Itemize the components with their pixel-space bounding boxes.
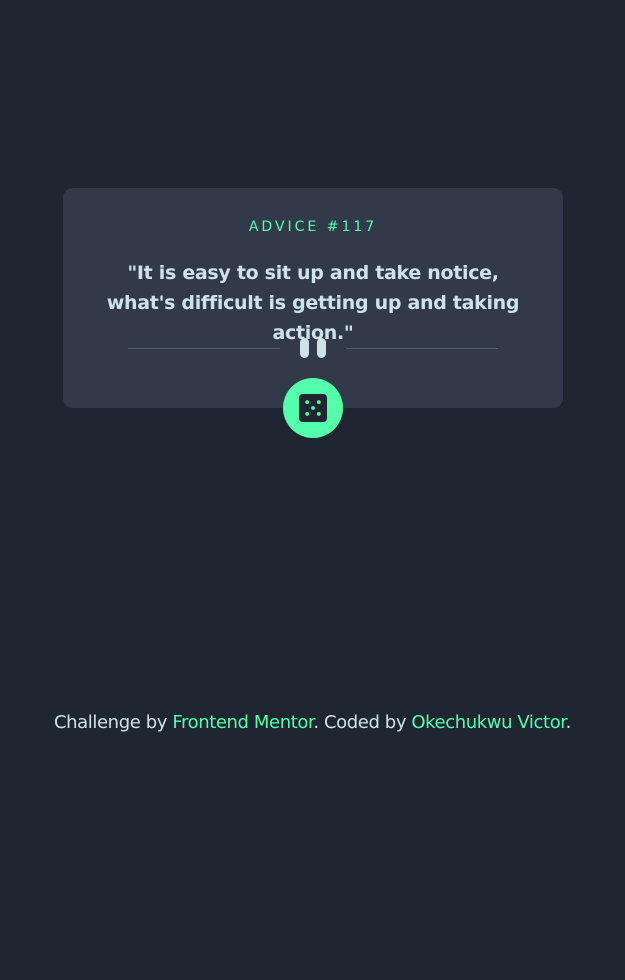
author-link[interactable]: Okechukwu Victor xyxy=(411,712,566,733)
advice-quote: "It is easy to sit up and take notice, w… xyxy=(106,262,520,344)
pause-divider xyxy=(128,338,498,360)
dice-icon xyxy=(299,394,327,422)
divider-line-right xyxy=(346,348,498,349)
attribution-middle: . Coded by xyxy=(313,712,412,733)
attribution-prefix: Challenge by xyxy=(54,712,173,733)
advice-card: ADVICE #117 "It is easy to sit up and ta… xyxy=(63,188,563,408)
divider-line-left xyxy=(128,348,280,349)
attribution-suffix: . xyxy=(565,712,572,733)
pause-divider-icon xyxy=(300,338,326,360)
new-advice-button[interactable] xyxy=(283,378,343,438)
frontend-mentor-link[interactable]: Frontend Mentor xyxy=(172,712,313,733)
advice-number: ADVICE #117 xyxy=(248,219,378,235)
attribution: Challenge by Frontend Mentor. Coded by O… xyxy=(0,710,625,736)
